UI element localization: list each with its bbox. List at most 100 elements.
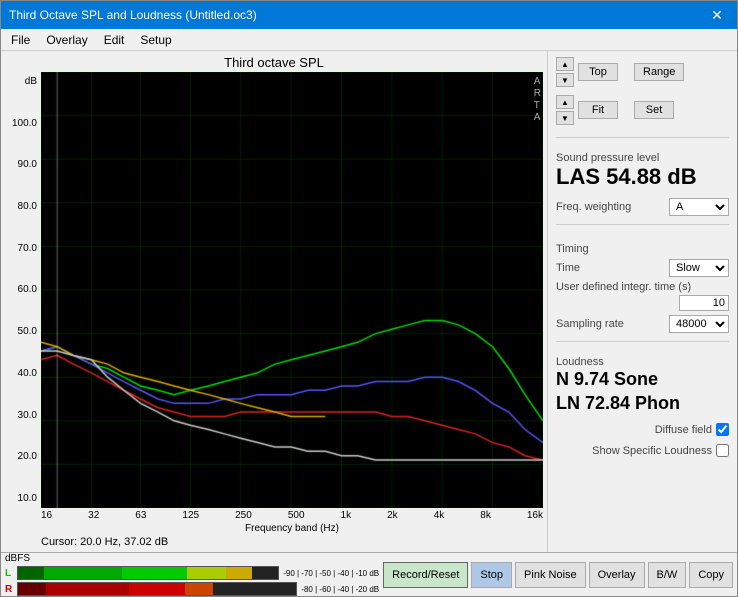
x-label-1k: 1k — [341, 510, 352, 521]
x-axis-labels: 16 32 63 125 250 500 1k 2k 4k 8k 16k — [41, 508, 543, 523]
fit-nav-row: ▲ ▼ Fit — [556, 95, 618, 125]
menu-edit[interactable]: Edit — [98, 31, 131, 49]
sampling-rate-row: Sampling rate 44100 48000 96000 — [556, 315, 729, 333]
dbfs-label: dBFS — [5, 553, 377, 564]
top-nav-row: ▲ ▼ Top — [556, 57, 618, 87]
time-label: Time — [556, 262, 580, 274]
fit-up-button[interactable]: ▲ — [556, 95, 574, 109]
timing-section: Timing Time Slow Fast User defined integ… — [556, 237, 729, 333]
channel-L-label: L — [5, 568, 15, 579]
x-label-125: 125 — [182, 510, 199, 521]
diffuse-field-checkbox[interactable] — [716, 423, 729, 436]
meter-row-R: R -80 | -60 | -40 | -20 dB — [5, 582, 379, 596]
meter-R-markers: -80 | -60 | -40 | -20 dB — [301, 585, 379, 594]
y-tick-90: 90.0 — [18, 159, 37, 170]
arta-label: ARTA — [534, 76, 541, 124]
spl-label: Sound pressure level — [556, 152, 729, 164]
user-defined-input[interactable] — [679, 295, 729, 311]
x-label-2k: 2k — [387, 510, 398, 521]
chart-title: Third octave SPL — [5, 55, 543, 70]
top-down-button[interactable]: ▼ — [556, 73, 574, 87]
chart-wrapper: dB 100.0 90.0 80.0 70.0 60.0 50.0 40.0 3… — [5, 72, 543, 508]
meter-bar-R — [17, 582, 297, 596]
stop-button[interactable]: Stop — [471, 562, 512, 588]
bottom-bar: dBFS L -90 | -70 | -50 | -40 | -10 dB R — [1, 552, 737, 596]
x-label-8k: 8k — [480, 510, 491, 521]
show-specific-checkbox[interactable] — [716, 444, 729, 457]
y-tick-40: 40.0 — [18, 368, 37, 379]
y-tick-10: 10.0 — [18, 493, 37, 504]
show-specific-row: Show Specific Loudness — [556, 444, 729, 457]
range-button[interactable]: Range — [634, 63, 684, 81]
spl-value: LAS 54.88 dB — [556, 164, 729, 190]
y-tick-50: 50.0 — [18, 326, 37, 337]
cursor-info: Cursor: 20.0 Hz, 37.02 dB — [41, 536, 543, 548]
top-button[interactable]: Top — [578, 63, 618, 81]
spl-section: Sound pressure level LAS 54.88 dB — [556, 146, 729, 190]
copy-button[interactable]: Copy — [689, 562, 733, 588]
divider-2 — [556, 224, 729, 225]
y-tick-20: 20.0 — [18, 451, 37, 462]
y-tick-100: 100.0 — [12, 118, 37, 129]
loudness-section: Loudness N 9.74 Sone LN 72.84 Phon — [556, 350, 729, 415]
chart-canvas — [41, 72, 543, 508]
fit-controls: ▲ ▼ Fit Set — [556, 95, 729, 125]
top-nav-btn-group: ▲ ▼ — [556, 57, 574, 87]
menu-overlay[interactable]: Overlay — [40, 31, 93, 49]
fit-button[interactable]: Fit — [578, 101, 618, 119]
y-tick-60: 60.0 — [18, 284, 37, 295]
right-panel: ▲ ▼ Top Range ▲ ▼ Fit — [547, 51, 737, 552]
close-button[interactable]: ✕ — [705, 5, 729, 25]
diffuse-field-row: Diffuse field — [556, 423, 729, 436]
y-tick-80: 80.0 — [18, 201, 37, 212]
freq-weighting-select[interactable]: A B C Z — [669, 198, 729, 216]
user-defined-row: User defined integr. time (s) — [556, 281, 729, 311]
x-axis-area: 16 32 63 125 250 500 1k 2k 4k 8k 16k Fre… — [41, 508, 543, 534]
overlay-button[interactable]: Overlay — [589, 562, 645, 588]
menu-file[interactable]: File — [5, 31, 36, 49]
menu-bar: File Overlay Edit Setup — [1, 29, 737, 51]
range-nav-row: Range — [634, 57, 684, 87]
freq-weighting-label: Freq. weighting — [556, 201, 631, 213]
set-nav-row: Set — [634, 95, 674, 125]
time-row: Time Slow Fast — [556, 259, 729, 277]
window-title: Third Octave SPL and Loudness (Untitled.… — [9, 8, 257, 22]
bottom-buttons: Record/Reset Stop Pink Noise Overlay B/W… — [383, 562, 733, 588]
x-label-16k: 16k — [527, 510, 543, 521]
x-label-4k: 4k — [434, 510, 445, 521]
chart-canvas-container: ARTA — [41, 72, 543, 508]
nav-controls: ▲ ▼ Top Range — [556, 57, 729, 87]
x-axis-title: Frequency band (Hz) — [41, 523, 543, 534]
bw-button[interactable]: B/W — [648, 562, 687, 588]
menu-setup[interactable]: Setup — [134, 31, 177, 49]
y-label-db: dB — [25, 76, 37, 87]
meter-section: dBFS L -90 | -70 | -50 | -40 | -10 dB R — [5, 553, 379, 596]
main-content: Third octave SPL dB 100.0 90.0 80.0 70.0… — [1, 51, 737, 552]
loudness-value-2: LN 72.84 Phon — [556, 392, 729, 415]
y-tick-70: 70.0 — [18, 243, 37, 254]
set-button[interactable]: Set — [634, 101, 674, 119]
fit-down-button[interactable]: ▼ — [556, 111, 574, 125]
divider-3 — [556, 341, 729, 342]
x-label-500: 500 — [288, 510, 305, 521]
y-tick-30: 30.0 — [18, 410, 37, 421]
time-select[interactable]: Slow Fast — [669, 259, 729, 277]
sampling-rate-select[interactable]: 44100 48000 96000 — [669, 315, 729, 333]
sampling-rate-label: Sampling rate — [556, 318, 624, 330]
meter-bar-L — [17, 566, 279, 580]
top-up-button[interactable]: ▲ — [556, 57, 574, 71]
loudness-value-1: N 9.74 Sone — [556, 368, 729, 391]
y-axis: dB 100.0 90.0 80.0 70.0 60.0 50.0 40.0 3… — [5, 72, 41, 508]
x-label-250: 250 — [235, 510, 252, 521]
channel-R-label: R — [5, 584, 15, 595]
x-label-32: 32 — [88, 510, 99, 521]
record-reset-button[interactable]: Record/Reset — [383, 562, 468, 588]
show-specific-label: Show Specific Loudness — [592, 445, 712, 457]
pink-noise-button[interactable]: Pink Noise — [515, 562, 586, 588]
timing-label: Timing — [556, 243, 729, 255]
divider-1 — [556, 137, 729, 138]
main-window: Third Octave SPL and Loudness (Untitled.… — [0, 0, 738, 597]
fit-nav-btn-group: ▲ ▼ — [556, 95, 574, 125]
chart-area: Third octave SPL dB 100.0 90.0 80.0 70.0… — [1, 51, 547, 552]
freq-weighting-row: Freq. weighting A B C Z — [556, 198, 729, 216]
